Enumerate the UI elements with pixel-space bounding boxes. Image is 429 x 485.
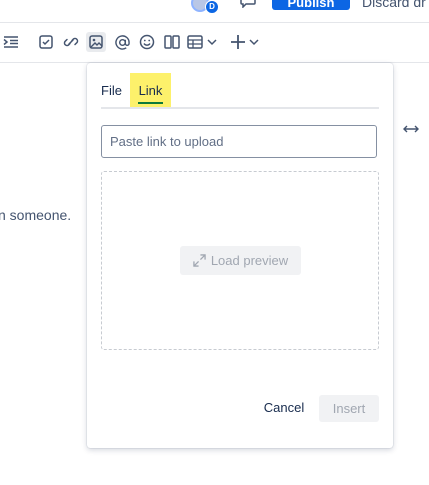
emoji-button[interactable] (137, 32, 157, 52)
cancel-button[interactable]: Cancel (255, 395, 313, 421)
layout-button[interactable] (162, 32, 182, 52)
discard-draft-button[interactable]: Discard dr (362, 0, 426, 10)
indent-icon (3, 36, 18, 48)
chevron-down-icon (249, 39, 259, 46)
avatar-initial: D (205, 0, 219, 14)
mention-button[interactable] (112, 32, 132, 52)
dialog-tabs: File Link (101, 73, 379, 109)
load-preview-label: Load preview (210, 253, 289, 268)
tab-link-label: Link (138, 83, 163, 98)
action-item-button[interactable] (36, 32, 56, 52)
load-preview-button[interactable]: Load preview (180, 246, 301, 275)
image-url-input[interactable] (101, 125, 377, 158)
table-button[interactable] (187, 32, 223, 52)
checkbox-icon (39, 35, 53, 49)
tab-link[interactable]: Link (130, 73, 171, 107)
plus-icon (231, 35, 245, 49)
expand-width-icon[interactable] (403, 123, 419, 135)
image-button[interactable] (86, 32, 106, 52)
editor-text: n someone. (0, 207, 72, 223)
link-icon (63, 37, 79, 47)
insert-button[interactable]: Insert (319, 395, 379, 422)
editor-toolbar (0, 22, 429, 63)
image-icon (89, 35, 103, 49)
active-tab-indicator (138, 102, 163, 104)
comment-icon[interactable] (240, 0, 256, 8)
insert-menu-button[interactable] (230, 32, 264, 52)
emoji-icon (139, 34, 155, 50)
publish-button[interactable]: Publish (272, 0, 350, 10)
layout-icon (164, 35, 180, 49)
table-icon (187, 35, 203, 49)
top-bar: D Publish Discard dr (0, 0, 429, 23)
expand-icon (193, 254, 206, 267)
indent-button[interactable] (1, 32, 21, 52)
collaborator-avatar[interactable]: D (191, 0, 219, 14)
image-insert-dialog: File Link Load preview Cancel Insert (87, 63, 393, 448)
mention-icon (114, 34, 130, 50)
tab-file[interactable]: File (101, 73, 122, 107)
chevron-down-icon (207, 39, 217, 46)
link-button[interactable] (61, 32, 81, 52)
preview-area: Load preview (101, 171, 379, 350)
